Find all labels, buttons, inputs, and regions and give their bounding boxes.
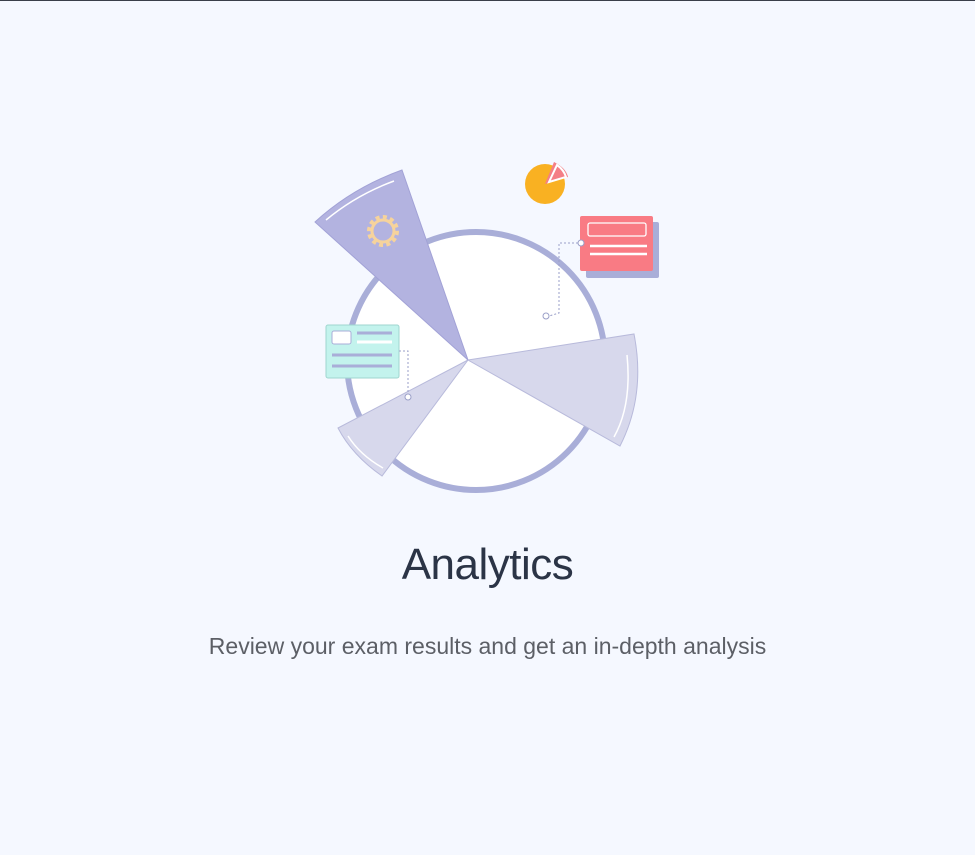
top-border (0, 0, 975, 1)
page-subtitle: Review your exam results and get an in-d… (208, 633, 767, 659)
page-title: Analytics (401, 540, 574, 589)
gear-icon (367, 215, 399, 247)
pie-chart-icon (525, 162, 568, 204)
analytics-illustration (314, 162, 659, 493)
